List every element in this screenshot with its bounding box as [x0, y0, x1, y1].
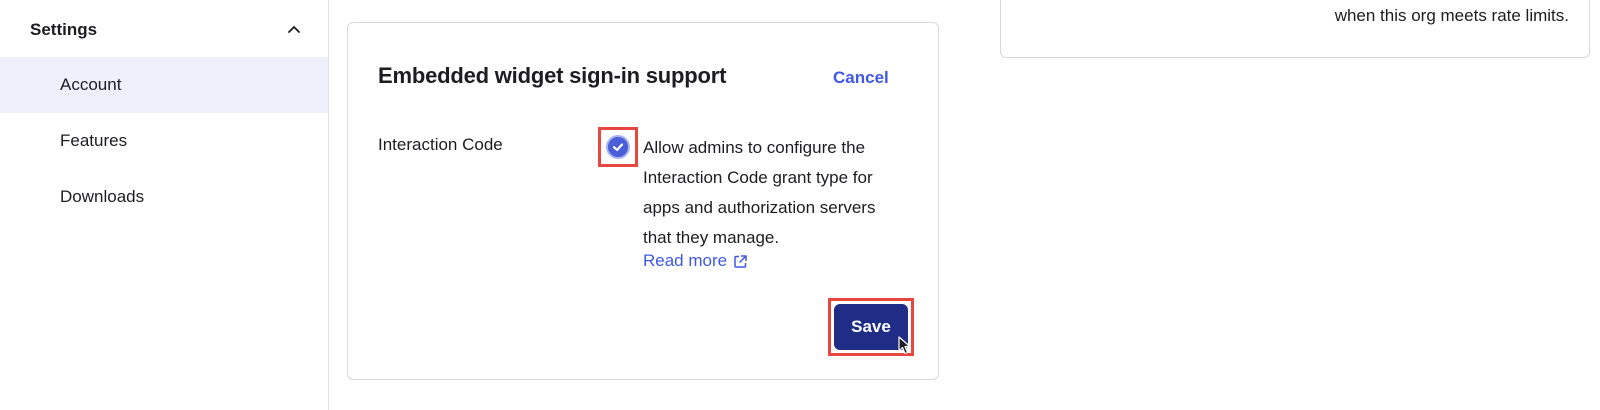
chevron-up-icon[interactable]: [287, 23, 301, 37]
sidebar-item-label: Downloads: [60, 187, 145, 206]
cancel-button[interactable]: Cancel: [833, 68, 889, 88]
sidebar-item-label: Features: [60, 131, 128, 150]
checkmark-icon: [612, 143, 624, 152]
sidebar-item-account[interactable]: Account: [0, 57, 328, 113]
card-title: Embedded widget sign-in support: [378, 63, 727, 88]
rate-limit-text: when this org meets rate limits.: [1334, 6, 1569, 25]
description-line: that they manage.: [643, 228, 780, 247]
read-more-label: Read more: [643, 251, 728, 270]
checkbox-highlight: [598, 127, 638, 167]
sidebar: Settings Account Features Downloads: [0, 0, 329, 410]
description-line: apps and authorization servers: [643, 198, 876, 217]
save-button[interactable]: Save: [834, 304, 908, 350]
interaction-code-label: Interaction Code: [378, 135, 503, 154]
sidebar-item-label: Account: [60, 75, 122, 94]
app-window: Settings Account Features Downloads Embe…: [0, 0, 1600, 410]
sidebar-item-features[interactable]: Features: [0, 113, 328, 169]
description-line: Allow admins to configure the: [643, 138, 866, 157]
rate-limit-card: when this org meets rate limits.: [1000, 0, 1590, 58]
interaction-code-description: Allow admins to configure the Interactio…: [643, 133, 923, 253]
read-more-link[interactable]: Read more: [643, 251, 748, 271]
external-link-icon: [734, 254, 747, 268]
interaction-code-checkbox[interactable]: [606, 135, 630, 159]
sidebar-item-downloads[interactable]: Downloads: [0, 169, 328, 225]
mouse-cursor-icon: [898, 336, 911, 355]
sidebar-section-settings[interactable]: Settings: [0, 8, 329, 52]
sidebar-section-title: Settings: [30, 20, 98, 39]
description-line: Interaction Code grant type for: [643, 168, 873, 187]
embedded-widget-card: Embedded widget sign-in support Cancel I…: [347, 22, 939, 380]
